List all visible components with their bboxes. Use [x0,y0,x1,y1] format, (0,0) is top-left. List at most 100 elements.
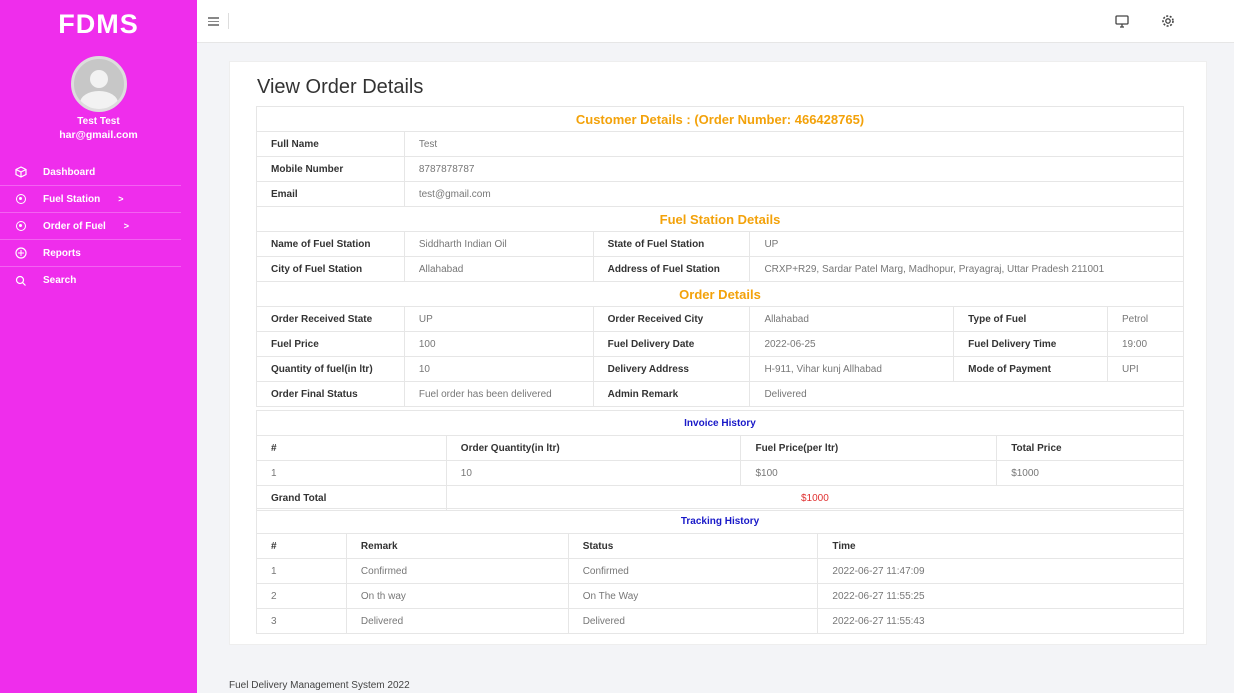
sidebar-item-label: Fuel Station [43,193,101,205]
order-field-value: Fuel order has been delivered [403,381,594,407]
menu-toggle-icon[interactable] [208,17,219,28]
order-field-label: Order Received City [592,306,751,332]
table-row: Order Received State UP Order Received C… [256,306,1184,332]
order-field-value: Allahabad [749,306,955,332]
sidebar-item-label: Reports [43,247,81,259]
top-bar [197,0,1234,43]
sidebar-item-label: Dashboard [43,166,96,178]
table-cell: 1 [256,460,447,486]
table-cell: $1000 [996,460,1184,486]
table-cell: On The Way [567,583,819,609]
order-details-table: Customer Details : (Order Number: 466428… [256,106,1185,407]
station-address-label: Address of Fuel Station [592,256,751,282]
order-field-value: UPI [1107,356,1184,382]
table-cell: On th way [345,583,569,609]
page-title: View Order Details [257,76,424,98]
station-city-value: Allahabad [403,256,594,282]
monitor-icon[interactable] [1113,12,1131,30]
order-field-label: Order Received State [256,306,405,332]
mobile-label: Mobile Number [256,156,405,182]
station-name-value: Siddharth Indian Oil [403,231,594,257]
order-details-card: View Order Details Customer Details : (O… [229,61,1207,645]
user-name: Test Test [77,116,120,127]
search-icon [15,275,27,287]
full-name-label: Full Name [256,131,405,157]
table-cell: 2 [256,583,347,609]
station-city-label: City of Fuel Station [256,256,405,282]
table-row: Quantity of fuel(in ltr) 10 Delivery Add… [256,356,1184,382]
full-name-value: Test [403,131,1185,157]
chevron-right-icon: > [118,194,124,204]
table-row: 1 Confirmed Confirmed 2022-06-27 11:47:0… [256,558,1184,584]
table-cell: 2022-06-27 11:55:25 [817,583,1184,609]
table-cell: Confirmed [567,558,819,584]
sidebar-item-fuel-station[interactable]: Fuel Station > [0,186,181,213]
station-state-label: State of Fuel Station [592,231,751,257]
circle-dot-icon [15,193,27,205]
order-field-value: 19:00 [1107,331,1184,357]
mobile-value: 8787878787 [403,156,1185,182]
column-header: Status [567,533,819,559]
grid-circle-icon [15,247,27,259]
sidebar-item-dashboard[interactable]: Dashboard [0,159,181,186]
email-value: test@gmail.com [403,181,1185,207]
sidebar-item-order-of-fuel[interactable]: Order of Fuel > [0,213,181,240]
email-label: Email [256,181,405,207]
order-field-value: 100 [403,331,594,357]
table-cell: Delivered [567,608,819,634]
table-row: 2 On th way On The Way 2022-06-27 11:55:… [256,583,1184,609]
order-field-value: 2022-06-25 [749,331,955,357]
column-header: Time [817,533,1184,559]
order-field-label: Fuel Delivery Date [592,331,751,357]
fuel-station-heading: Fuel Station Details [256,206,1184,232]
sidebar-nav: Dashboard Fuel Station > Order of Fuel >… [0,159,197,294]
sidebar-item-label: Order of Fuel [43,220,106,232]
table-cell: $100 [740,460,998,486]
sidebar-item-reports[interactable]: Reports [0,240,181,267]
order-field-label: Quantity of fuel(in ltr) [256,356,405,382]
customer-details-heading: Customer Details : (Order Number: 466428… [256,106,1184,132]
grand-total-value: $1000 [445,485,1185,511]
order-details-heading: Order Details [256,281,1184,307]
table-cell: 2022-06-27 11:55:43 [817,608,1184,634]
column-header: # [256,533,347,559]
invoice-history-heading: Invoice History [256,410,1184,436]
chevron-right-icon: > [123,221,130,231]
sidebar-item-search[interactable]: Search [0,267,181,294]
table-cell: Delivered [345,608,569,634]
table-cell: Confirmed [345,558,569,584]
station-name-label: Name of Fuel Station [256,231,405,257]
order-field-label: Mode of Payment [953,356,1108,382]
order-field-value: Delivered [749,381,1184,407]
invoice-table: Invoice History # Order Quantity(in ltr)… [256,410,1185,511]
brand-logo[interactable]: FDMS [0,0,197,46]
table-row: Fuel Price 100 Fuel Delivery Date 2022-0… [256,331,1184,357]
avatar [70,56,127,112]
column-header: Fuel Price(per ltr) [740,435,998,461]
table-cell: 1 [256,558,347,584]
order-field-value: 10 [403,356,594,382]
gear-icon[interactable] [1159,12,1177,30]
user-email: har@gmail.com [59,129,138,141]
table-row: 1 10 $100 $1000 [256,460,1184,486]
order-field-label: Admin Remark [592,381,751,407]
tracking-table: Tracking History # Remark Status Time 1 … [256,508,1184,634]
table-cell: 10 [445,460,742,486]
order-field-label: Type of Fuel [953,306,1108,332]
tracking-history-heading: Tracking History [256,508,1184,534]
divider [228,13,229,29]
order-field-value: UP [403,306,594,332]
table-row: Order Final Status Fuel order has been d… [256,381,1184,407]
footer-text: Fuel Delivery Management System 2022 [229,680,410,691]
column-header: # [256,435,447,461]
order-field-label: Fuel Delivery Time [953,331,1108,357]
circle-dot-icon [15,220,27,232]
order-field-label: Order Final Status [256,381,405,407]
grand-total-label: Grand Total [256,485,447,511]
order-field-label: Fuel Price [256,331,405,357]
column-header: Remark [345,533,569,559]
table-row: 3 Delivered Delivered 2022-06-27 11:55:4… [256,608,1184,634]
order-field-value: H-911, Vihar kunj Allhabad [749,356,955,382]
sidebar: FDMS Test Test har@gmail.com Dashboard F… [0,0,197,693]
sidebar-item-label: Search [43,275,77,286]
